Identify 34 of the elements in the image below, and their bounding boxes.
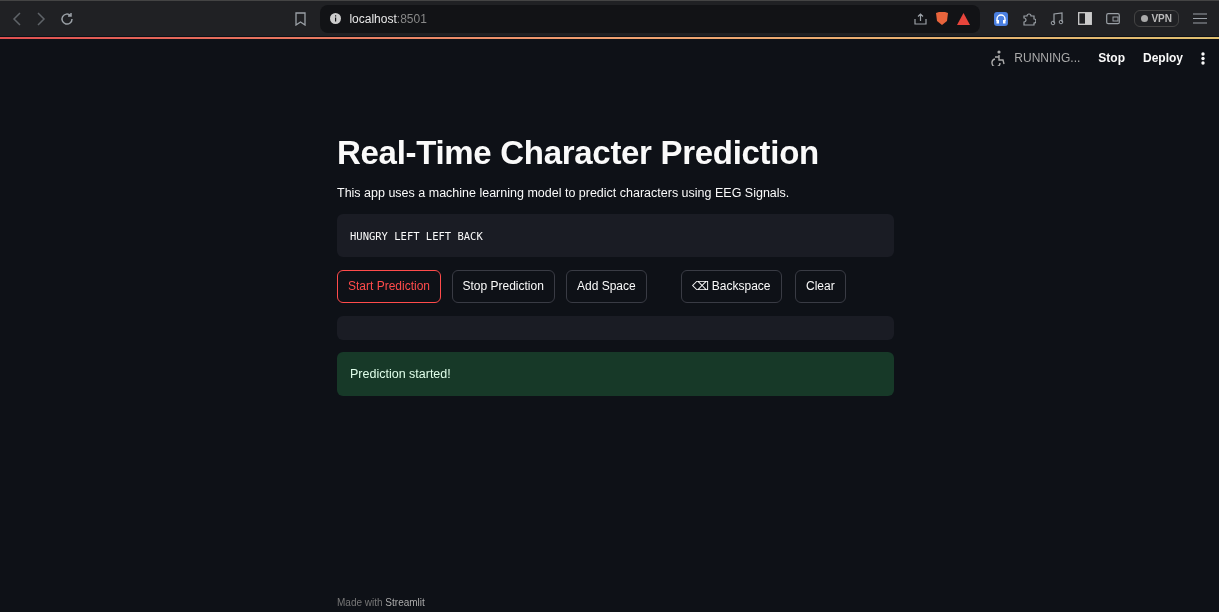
- footer-link[interactable]: Streamlit: [385, 597, 425, 608]
- address-bar[interactable]: localhost:8501: [320, 4, 981, 33]
- forward-icon[interactable]: [36, 11, 46, 26]
- wallet-icon[interactable]: [1106, 12, 1121, 25]
- info-icon[interactable]: [330, 13, 342, 24]
- back-icon[interactable]: [12, 11, 22, 26]
- puzzle-icon[interactable]: [1022, 11, 1037, 26]
- action-button[interactable]: ⌫ Backspace: [680, 270, 782, 303]
- share-icon[interactable]: [914, 12, 928, 25]
- vpn-status-icon: [1141, 15, 1149, 22]
- bookmark-icon[interactable]: [295, 11, 307, 26]
- shield-icon[interactable]: [935, 11, 950, 26]
- success-alert: Prediction started!: [337, 352, 894, 396]
- action-button[interactable]: Clear: [795, 270, 846, 303]
- running-figure-icon: [990, 50, 1007, 66]
- sidebar-icon[interactable]: [1078, 12, 1093, 25]
- music-icon[interactable]: [1050, 11, 1065, 26]
- triangle-icon[interactable]: [957, 12, 971, 25]
- action-button[interactable]: Stop Prediction: [451, 270, 555, 303]
- more-options-icon[interactable]: [1201, 51, 1205, 65]
- footer-text: Made with Streamlit: [337, 597, 425, 608]
- header-action[interactable]: Deploy: [1143, 51, 1183, 65]
- running-status: RUNNING...: [1014, 51, 1081, 65]
- url-text[interactable]: localhost:8501: [349, 11, 427, 26]
- vpn-button[interactable]: VPN: [1134, 10, 1179, 27]
- reload-icon[interactable]: [60, 11, 74, 26]
- page-title: Real-Time Character Prediction: [337, 134, 820, 172]
- headphones-icon[interactable]: [994, 11, 1009, 26]
- header-action[interactable]: Stop: [1098, 51, 1125, 65]
- code-block: HUNGRY LEFT LEFT BACK: [337, 214, 894, 257]
- action-button[interactable]: Add Space: [566, 270, 647, 303]
- action-button[interactable]: Start Prediction: [337, 270, 442, 303]
- description-text: This app uses a machine learning model to predict characters using EEG Signals.: [337, 186, 791, 200]
- menu-icon[interactable]: [1193, 13, 1207, 24]
